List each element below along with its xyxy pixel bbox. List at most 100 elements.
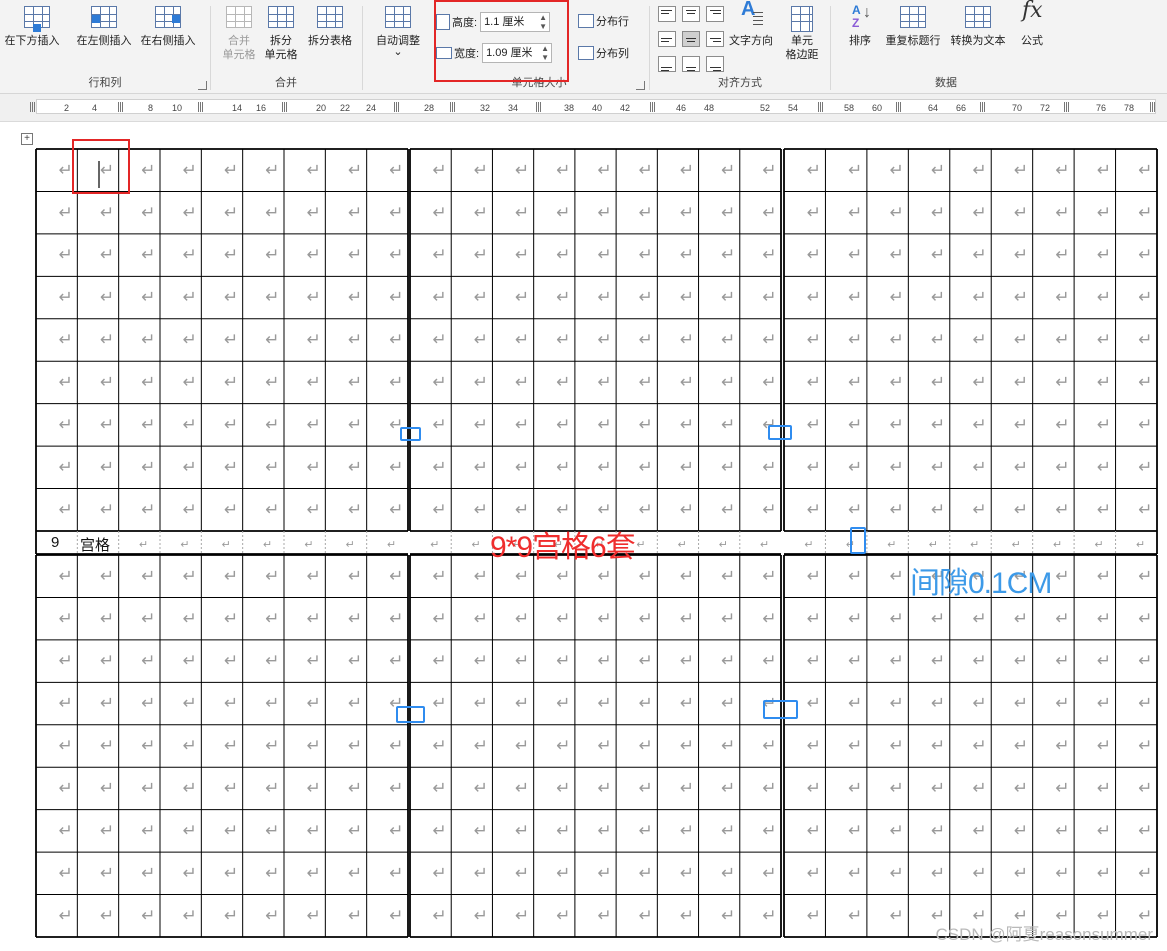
cell-paragraph-mark: ↵ bbox=[59, 566, 73, 586]
cell-paragraph-mark: ↵ bbox=[931, 203, 945, 223]
cell-paragraph-mark: ↵ bbox=[224, 609, 238, 629]
cell-paragraph-mark: ↵ bbox=[890, 203, 904, 223]
cell-paragraph-mark: ↵ bbox=[848, 694, 862, 714]
cell-paragraph-mark: ↵ bbox=[597, 821, 611, 841]
cell-paragraph-mark: ↵ bbox=[265, 373, 279, 393]
cell-paragraph-mark: ↵ bbox=[972, 330, 986, 350]
cell-paragraph-mark: ↵ bbox=[721, 500, 735, 520]
cell-paragraph-mark: ↵ bbox=[890, 245, 904, 265]
cell-paragraph-mark: ↵ bbox=[639, 736, 653, 756]
cell-paragraph-mark: ↵ bbox=[1138, 651, 1152, 671]
cell-paragraph-mark: ↵ bbox=[515, 609, 529, 629]
cell-paragraph-mark: ↵ bbox=[931, 779, 945, 799]
spacer-row-paragraph-mark: ↵ bbox=[760, 538, 769, 551]
cell-paragraph-mark: ↵ bbox=[890, 651, 904, 671]
cell-paragraph-mark: ↵ bbox=[141, 160, 155, 180]
cell-paragraph-mark: ↵ bbox=[433, 906, 447, 926]
cell-paragraph-mark: ↵ bbox=[721, 863, 735, 883]
cell-paragraph-mark: ↵ bbox=[265, 245, 279, 265]
cell-paragraph-mark: ↵ bbox=[474, 566, 488, 586]
cell-paragraph-mark: ↵ bbox=[680, 500, 694, 520]
cell-paragraph-mark: ↵ bbox=[265, 821, 279, 841]
cell-paragraph-mark: ↵ bbox=[141, 457, 155, 477]
cell-paragraph-mark: ↵ bbox=[762, 651, 776, 671]
sudoku-table[interactable]: ↵ ↵ ↵ ↵ ↵ ↵ ↵ ↵ ↵ ↵ ↵ ↵ ↵ ↵ ↵ ↵ ↵ ↵ ↵ ↵ ↵ ↵ ↵ ↵ ↵ ↵ ↵ ↵ ↵ ↵ ↵ ↵ ↵ ↵ ↵ ↵ ↵ ↵ ↵ ↵… bbox=[0, 0, 1167, 951]
cell-paragraph-mark: ↵ bbox=[1138, 245, 1152, 265]
cell-paragraph-mark: ↵ bbox=[680, 373, 694, 393]
cell-paragraph-mark: ↵ bbox=[890, 609, 904, 629]
cell-paragraph-mark: ↵ bbox=[1055, 566, 1069, 586]
cell-paragraph-mark: ↵ bbox=[59, 821, 73, 841]
cell-paragraph-mark: ↵ bbox=[348, 330, 362, 350]
cell-paragraph-mark: ↵ bbox=[265, 906, 279, 926]
cell-paragraph-mark: ↵ bbox=[721, 415, 735, 435]
cell-paragraph-mark: ↵ bbox=[515, 245, 529, 265]
cell-paragraph-mark: ↵ bbox=[59, 736, 73, 756]
cell-paragraph-mark: ↵ bbox=[807, 651, 821, 671]
cell-paragraph-mark: ↵ bbox=[721, 821, 735, 841]
cell-paragraph-mark: ↵ bbox=[762, 609, 776, 629]
cell-paragraph-mark: ↵ bbox=[1055, 736, 1069, 756]
cell-paragraph-mark: ↵ bbox=[556, 288, 570, 308]
mid-row-number: 9 bbox=[51, 534, 60, 551]
cell-paragraph-mark: ↵ bbox=[848, 651, 862, 671]
cell-paragraph-mark: ↵ bbox=[100, 821, 114, 841]
cell-paragraph-mark: ↵ bbox=[762, 330, 776, 350]
cell-paragraph-mark: ↵ bbox=[721, 566, 735, 586]
cell-paragraph-mark: ↵ bbox=[389, 906, 403, 926]
spacer-row-paragraph-mark: ↵ bbox=[719, 538, 728, 551]
spacer-row-paragraph-mark: ↵ bbox=[180, 538, 189, 551]
cell-paragraph-mark: ↵ bbox=[1014, 160, 1028, 180]
cell-paragraph-mark: ↵ bbox=[1097, 779, 1111, 799]
cell-paragraph-mark: ↵ bbox=[931, 245, 945, 265]
cell-paragraph-mark: ↵ bbox=[515, 457, 529, 477]
cell-paragraph-mark: ↵ bbox=[141, 500, 155, 520]
cell-paragraph-mark: ↵ bbox=[1055, 651, 1069, 671]
cell-paragraph-mark: ↵ bbox=[639, 863, 653, 883]
cell-paragraph-mark: ↵ bbox=[59, 651, 73, 671]
cell-paragraph-mark: ↵ bbox=[848, 415, 862, 435]
cell-paragraph-mark: ↵ bbox=[224, 160, 238, 180]
cell-paragraph-mark: ↵ bbox=[639, 288, 653, 308]
cell-paragraph-mark: ↵ bbox=[307, 415, 321, 435]
cell-paragraph-mark: ↵ bbox=[762, 906, 776, 926]
cell-paragraph-mark: ↵ bbox=[597, 160, 611, 180]
cell-paragraph-mark: ↵ bbox=[100, 566, 114, 586]
spacer-row-paragraph-mark: ↵ bbox=[887, 538, 896, 551]
cell-paragraph-mark: ↵ bbox=[1014, 245, 1028, 265]
cell-paragraph-mark: ↵ bbox=[224, 906, 238, 926]
cell-paragraph-mark: ↵ bbox=[59, 373, 73, 393]
cell-paragraph-mark: ↵ bbox=[848, 288, 862, 308]
cell-paragraph-mark: ↵ bbox=[307, 821, 321, 841]
cell-paragraph-mark: ↵ bbox=[515, 500, 529, 520]
cell-paragraph-mark: ↵ bbox=[1138, 736, 1152, 756]
cell-paragraph-mark: ↵ bbox=[389, 609, 403, 629]
cell-paragraph-mark: ↵ bbox=[265, 288, 279, 308]
cell-paragraph-mark: ↵ bbox=[556, 330, 570, 350]
cell-paragraph-mark: ↵ bbox=[1055, 779, 1069, 799]
cell-paragraph-mark: ↵ bbox=[433, 863, 447, 883]
cell-paragraph-mark: ↵ bbox=[931, 500, 945, 520]
cell-paragraph-mark: ↵ bbox=[890, 415, 904, 435]
cell-paragraph-mark: ↵ bbox=[762, 736, 776, 756]
cell-paragraph-mark: ↵ bbox=[890, 566, 904, 586]
cell-paragraph-mark: ↵ bbox=[1097, 330, 1111, 350]
gap-marker-3 bbox=[850, 527, 866, 554]
cell-paragraph-mark: ↵ bbox=[1138, 500, 1152, 520]
cell-paragraph-mark: ↵ bbox=[762, 245, 776, 265]
cell-paragraph-mark: ↵ bbox=[848, 566, 862, 586]
cell-paragraph-mark: ↵ bbox=[515, 651, 529, 671]
cell-paragraph-mark: ↵ bbox=[848, 609, 862, 629]
cell-paragraph-mark: ↵ bbox=[890, 906, 904, 926]
cell-paragraph-mark: ↵ bbox=[972, 160, 986, 180]
cell-paragraph-mark: ↵ bbox=[1138, 203, 1152, 223]
spacer-row-paragraph-mark: ↵ bbox=[1011, 538, 1020, 551]
cell-paragraph-mark: ↵ bbox=[1014, 288, 1028, 308]
cell-paragraph-mark: ↵ bbox=[141, 245, 155, 265]
cell-paragraph-mark: ↵ bbox=[474, 203, 488, 223]
spacer-row-paragraph-mark: ↵ bbox=[1136, 538, 1145, 551]
cell-paragraph-mark: ↵ bbox=[597, 245, 611, 265]
cell-paragraph-mark: ↵ bbox=[597, 457, 611, 477]
cell-paragraph-mark: ↵ bbox=[639, 566, 653, 586]
cell-paragraph-mark: ↵ bbox=[433, 694, 447, 714]
